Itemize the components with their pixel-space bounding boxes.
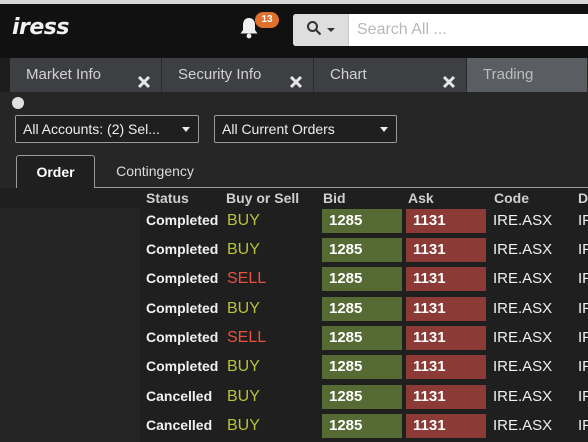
status-cell: Cancelled bbox=[146, 417, 213, 433]
column-header-status[interactable]: Status bbox=[146, 188, 189, 208]
bid-cell: 1285 bbox=[322, 297, 402, 321]
notification-badge: 13 bbox=[255, 12, 279, 28]
table-row[interactable]: Completed BUY 1285 1131 IRE.ASX IF bbox=[0, 294, 588, 323]
table-row[interactable]: Completed SELL 1285 1131 IRE.ASX IF bbox=[0, 264, 588, 293]
bid-cell: 1285 bbox=[322, 267, 402, 291]
extra-cell: IF bbox=[578, 417, 588, 434]
side-cell: BUY bbox=[227, 417, 260, 434]
side-cell: SELL bbox=[227, 270, 267, 287]
table-row[interactable]: Completed BUY 1285 1131 IRE.ASX IF bbox=[0, 206, 588, 235]
tab-label: Chart bbox=[330, 66, 367, 83]
tab-label: Trading bbox=[483, 66, 534, 83]
side-cell: BUY bbox=[227, 241, 260, 258]
extra-cell: IF bbox=[578, 388, 588, 405]
status-cell: Completed bbox=[146, 358, 219, 374]
close-icon[interactable] bbox=[289, 68, 303, 89]
side-cell: BUY bbox=[227, 358, 260, 375]
table-row[interactable]: Cancelled BUY 1285 1131 IRE.ASX IF bbox=[0, 411, 588, 440]
status-cell: Cancelled bbox=[146, 388, 213, 404]
accounts-dropdown-value: All Accounts: (2) Sel... bbox=[23, 121, 160, 137]
accounts-dropdown[interactable]: All Accounts: (2) Sel... bbox=[15, 115, 199, 143]
chevron-down-icon bbox=[182, 127, 190, 132]
chevron-down-icon bbox=[326, 21, 336, 39]
column-header-code[interactable]: Code bbox=[494, 188, 529, 208]
tab-security-info[interactable]: Security Info bbox=[162, 58, 314, 92]
ask-cell: 1131 bbox=[406, 414, 486, 438]
tab-contingency[interactable]: Contingency bbox=[100, 155, 210, 188]
code-cell: IRE.ASX bbox=[493, 212, 553, 229]
close-icon[interactable] bbox=[442, 68, 456, 89]
code-cell: IRE.ASX bbox=[493, 417, 553, 434]
ask-cell: 1131 bbox=[406, 209, 486, 233]
code-cell: IRE.ASX bbox=[493, 358, 553, 375]
extra-cell: IF bbox=[578, 329, 588, 346]
search-bar bbox=[293, 14, 588, 46]
tab-bar: Market Info Security Info Chart Trading bbox=[0, 58, 588, 92]
bid-cell: 1285 bbox=[322, 355, 402, 379]
orders-dropdown-value: All Current Orders bbox=[222, 121, 335, 137]
bid-cell: 1285 bbox=[322, 238, 402, 262]
order-subtabs: Order Contingency bbox=[0, 155, 588, 189]
status-cell: Completed bbox=[146, 241, 219, 257]
ask-cell: 1131 bbox=[406, 355, 486, 379]
code-cell: IRE.ASX bbox=[493, 300, 553, 317]
extra-cell: IF bbox=[578, 270, 588, 287]
status-cell: Completed bbox=[146, 212, 219, 228]
search-scope-button[interactable] bbox=[293, 14, 349, 46]
search-input[interactable] bbox=[353, 14, 588, 46]
extra-cell: IF bbox=[578, 212, 588, 229]
status-cell: Completed bbox=[146, 270, 219, 286]
side-cell: BUY bbox=[227, 300, 260, 317]
code-cell: IRE.ASX bbox=[493, 329, 553, 346]
table-row[interactable]: Completed BUY 1285 1131 IRE.ASX IF bbox=[0, 235, 588, 264]
top-bar: iress 13 bbox=[0, 0, 588, 58]
orders-dropdown[interactable]: All Current Orders bbox=[214, 115, 397, 143]
tab-market-info[interactable]: Market Info bbox=[10, 58, 162, 92]
bid-cell: 1285 bbox=[322, 326, 402, 350]
bid-cell: 1285 bbox=[322, 414, 402, 438]
ask-cell: 1131 bbox=[406, 238, 486, 262]
extra-cell: IF bbox=[578, 300, 588, 317]
code-cell: IRE.ASX bbox=[493, 270, 553, 287]
chevron-down-icon bbox=[380, 127, 388, 132]
extra-cell: IF bbox=[578, 358, 588, 375]
bid-cell: 1285 bbox=[322, 385, 402, 409]
status-cell: Completed bbox=[146, 300, 219, 316]
column-header-buy-sell[interactable]: Buy or Sell bbox=[226, 188, 299, 208]
side-cell: SELL bbox=[227, 329, 267, 346]
table-row[interactable]: Completed SELL 1285 1131 IRE.ASX IF bbox=[0, 323, 588, 352]
code-cell: IRE.ASX bbox=[493, 388, 553, 405]
column-header-ask[interactable]: Ask bbox=[408, 188, 434, 208]
column-header-bid[interactable]: Bid bbox=[323, 188, 346, 208]
side-cell: BUY bbox=[227, 388, 260, 405]
ask-cell: 1131 bbox=[406, 385, 486, 409]
tab-chart[interactable]: Chart bbox=[314, 58, 467, 92]
table-row[interactable]: Completed BUY 1285 1131 IRE.ASX IF bbox=[0, 352, 588, 381]
tab-label: Security Info bbox=[178, 66, 262, 83]
ask-cell: 1131 bbox=[406, 326, 486, 350]
tab-label: Market Info bbox=[26, 66, 102, 83]
status-dot bbox=[12, 97, 24, 109]
close-icon[interactable] bbox=[137, 68, 151, 89]
extra-cell: IF bbox=[578, 241, 588, 258]
bid-cell: 1285 bbox=[322, 209, 402, 233]
ask-cell: 1131 bbox=[406, 267, 486, 291]
tab-trading[interactable]: Trading bbox=[467, 58, 588, 92]
iress-logo[interactable]: iress bbox=[12, 15, 70, 40]
side-cell: BUY bbox=[227, 212, 260, 229]
column-header-extra[interactable]: D bbox=[578, 188, 588, 208]
status-cell: Completed bbox=[146, 329, 219, 345]
table-row[interactable]: Cancelled BUY 1285 1131 IRE.ASX IF bbox=[0, 382, 588, 411]
search-icon bbox=[306, 20, 322, 41]
ask-cell: 1131 bbox=[406, 297, 486, 321]
tab-order[interactable]: Order bbox=[16, 155, 95, 189]
code-cell: IRE.ASX bbox=[493, 241, 553, 258]
